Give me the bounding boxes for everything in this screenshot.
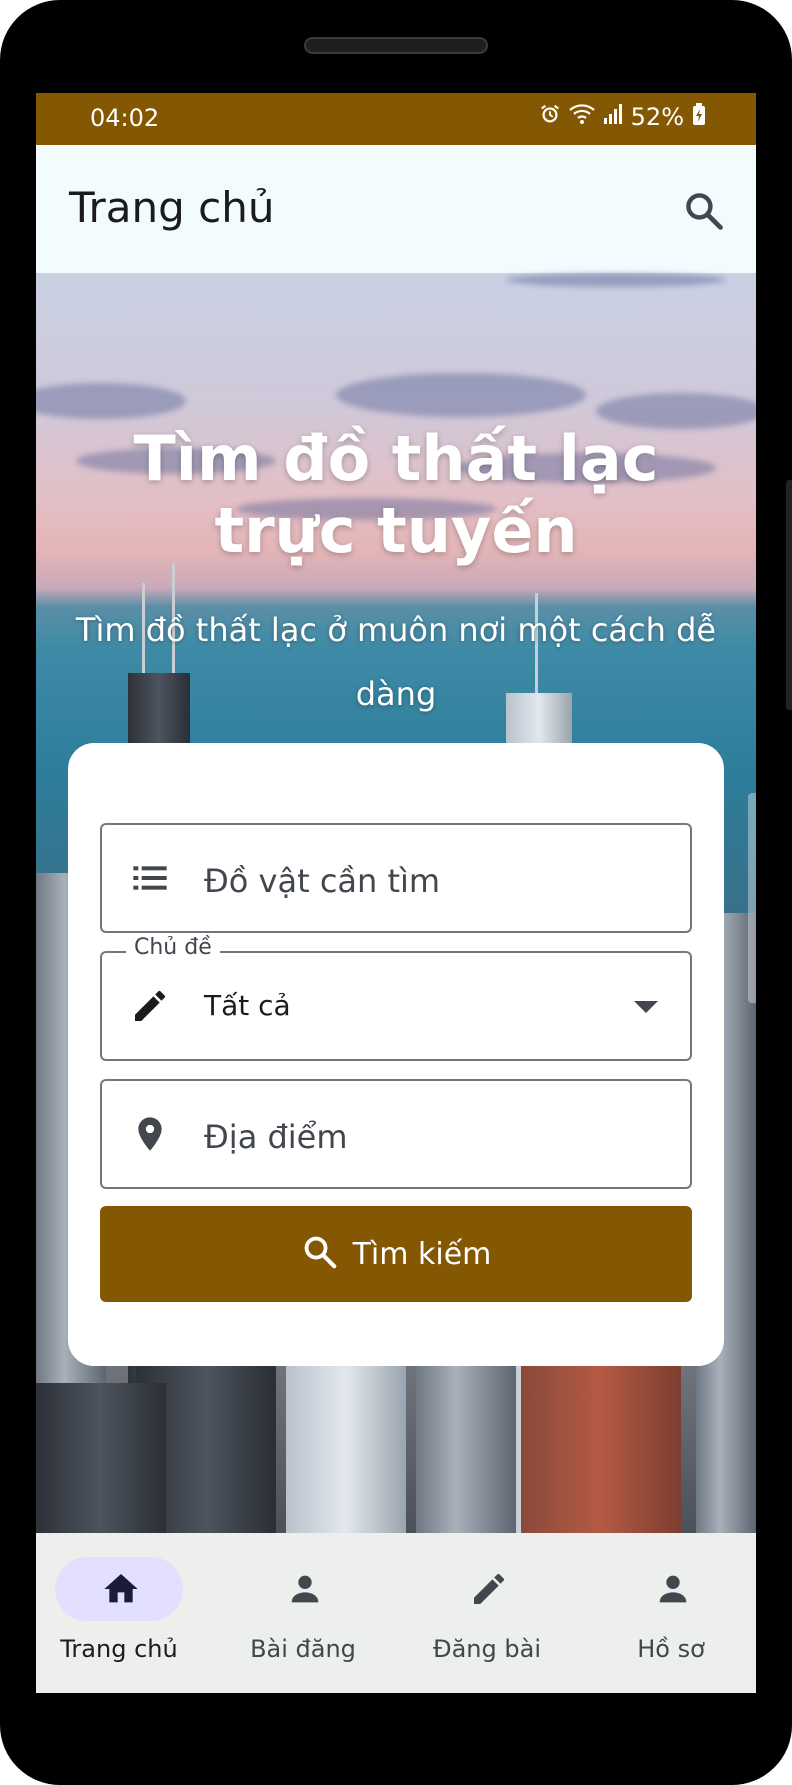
cloud-decoration <box>336 373 586 417</box>
nav-label-create-post: Đăng bài <box>433 1635 541 1663</box>
search-card: Đồ vật cần tìm Chủ đề Tất cả Địa điểm Tì… <box>68 743 724 1366</box>
nav-label-profile: Hồ sơ <box>637 1635 705 1663</box>
list-icon <box>130 858 170 898</box>
screen: 04:02 52% Trang chủ Tìm đồ thất lạc trực… <box>36 93 756 1693</box>
search-button[interactable]: Tìm kiếm <box>100 1206 692 1302</box>
edge-handle[interactable] <box>748 793 756 1003</box>
status-time: 04:02 <box>90 104 160 132</box>
status-bar: 04:02 52% <box>36 93 756 145</box>
signal-icon <box>603 103 623 131</box>
search-icon[interactable] <box>682 189 726 233</box>
wifi-icon <box>568 103 595 131</box>
bottom-navigation: Trang chủ Bài đăng Đăng bài Hồ sơ <box>36 1533 756 1693</box>
nav-item-posts[interactable]: Bài đăng <box>220 1533 400 1693</box>
pencil-icon <box>130 986 170 1026</box>
hero-subtitle: Tìm đồ thất lạc ở muôn nơi một cách dễ d… <box>75 611 717 713</box>
person-icon <box>285 1569 325 1609</box>
cloud-decoration <box>506 273 726 287</box>
app-bar: Trang chủ <box>36 145 756 273</box>
nav-item-home[interactable]: Trang chủ <box>36 1533 216 1693</box>
item-search-field[interactable]: Đồ vật cần tìm <box>100 823 692 933</box>
hero-title: Tìm đồ thất lạc trực tuyến <box>133 422 659 567</box>
home-icon <box>101 1569 141 1609</box>
location-placeholder: Địa điểm <box>204 1118 348 1156</box>
side-button <box>786 480 792 710</box>
alarm-icon <box>539 103 561 131</box>
item-search-placeholder: Đồ vật cần tìm <box>204 862 441 900</box>
nav-label-posts: Bài đăng <box>250 1635 356 1663</box>
search-button-label: Tìm kiếm <box>352 1236 492 1272</box>
battery-charging-icon <box>692 103 706 131</box>
search-icon <box>301 1233 339 1275</box>
topic-dropdown-label: Chủ đề <box>126 935 220 960</box>
earpiece-speaker <box>304 37 488 54</box>
dropdown-arrow-icon[interactable] <box>634 1001 658 1013</box>
topic-dropdown[interactable]: Chủ đề Tất cả <box>100 935 692 1061</box>
person-icon <box>653 1569 693 1609</box>
location-field[interactable]: Địa điểm <box>100 1079 692 1189</box>
pencil-icon <box>469 1569 509 1609</box>
building <box>36 1383 166 1533</box>
nav-label-home: Trang chủ <box>60 1635 178 1663</box>
status-icons: 52% <box>539 103 706 131</box>
page-title: Trang chủ <box>69 183 275 232</box>
topic-dropdown-value: Tất cả <box>204 989 291 1022</box>
phone-frame: 04:02 52% Trang chủ Tìm đồ thất lạc trực… <box>0 0 792 1785</box>
nav-item-create-post[interactable]: Đăng bài <box>404 1533 584 1693</box>
cloud-decoration <box>36 383 186 419</box>
battery-percent: 52% <box>630 103 684 131</box>
location-pin-icon <box>130 1114 170 1154</box>
nav-item-profile[interactable]: Hồ sơ <box>588 1533 756 1693</box>
